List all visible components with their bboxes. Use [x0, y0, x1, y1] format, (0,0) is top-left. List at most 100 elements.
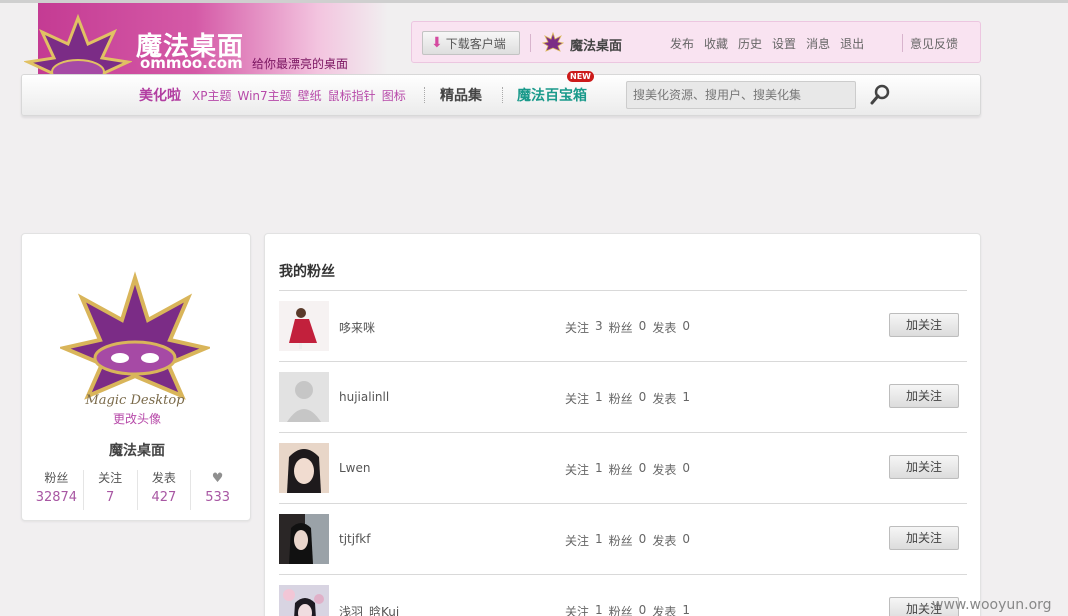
posts-label: 发表 — [652, 534, 677, 548]
posts-label: 发表 — [652, 605, 677, 616]
profile-stats: 粉丝 32874 关注 7 发表 427 ♥ 533 — [30, 470, 244, 510]
link-messages[interactable]: 消息 — [806, 35, 830, 52]
stat-fans[interactable]: 粉丝 32874 — [30, 470, 83, 510]
fan-stats: 关注 1 粉丝 0 发表 0 — [565, 461, 690, 478]
stat-posts[interactable]: 发表 427 — [136, 470, 191, 510]
stat-label: 粉丝 — [44, 471, 69, 485]
fan-avatar[interactable] — [279, 514, 329, 564]
following-label: 关注 — [565, 392, 590, 406]
download-client-button[interactable]: ⬇ 下载客户端 — [422, 31, 520, 55]
link-feedback[interactable]: 意见反馈 — [910, 35, 958, 52]
app-logo-icon — [542, 32, 564, 52]
follow-button[interactable]: 加关注 — [889, 526, 959, 550]
fan-name[interactable]: tjtjfkf — [339, 532, 370, 546]
divider — [530, 34, 531, 52]
following-label: 关注 — [565, 463, 590, 477]
stat-value: 533 — [205, 490, 231, 505]
following-label: 关注 — [565, 534, 590, 548]
link-logout[interactable]: 退出 — [840, 35, 864, 52]
fans-title: 我的粉丝 — [279, 264, 335, 280]
nav-win7-themes[interactable]: Win7主题 — [237, 87, 291, 104]
fans-count: 0 — [638, 532, 647, 546]
download-icon: ⬇ — [431, 35, 443, 51]
stat-value: 427 — [151, 490, 177, 505]
fans-label: 粉丝 — [608, 534, 633, 548]
following-label: 关注 — [565, 605, 590, 616]
following-count: 1 — [595, 603, 603, 616]
fans-label: 粉丝 — [608, 463, 633, 477]
main-nav: 美化啦 XP主题 Win7主题 壁纸 鼠标指针 图标 精品集 魔法百宝箱 NEW — [21, 71, 981, 116]
link-favorites[interactable]: 收藏 — [704, 35, 728, 52]
nav-home[interactable]: 美化啦 — [139, 85, 181, 105]
fans-count: 0 — [638, 603, 647, 616]
divider — [902, 34, 903, 52]
posts-label: 发表 — [652, 392, 677, 406]
list-item: 浅羽_晗Kui 关注 1 粉丝 0 发表 1 加关注 — [279, 575, 967, 616]
nav-xp-themes[interactable]: XP主题 — [192, 87, 231, 104]
fan-stats: 关注 1 粉丝 0 发表 0 — [565, 532, 690, 549]
app-name: 魔法桌面 — [570, 39, 623, 54]
svg-text:Magic Desktop: Magic Desktop — [85, 393, 186, 408]
fans-label: 粉丝 — [608, 392, 633, 406]
search-icon[interactable] — [868, 83, 892, 107]
fans-count: 0 — [638, 319, 647, 333]
heart-icon: ♥ — [211, 471, 224, 486]
profile-name: 魔法桌面 — [109, 443, 165, 459]
stat-value: 7 — [105, 490, 115, 505]
fans-panel: 我的粉丝 哆来咪 关注 3 粉丝 0 发表 0 加关注 hujialinll 关… — [264, 233, 981, 616]
nav-category-links: XP主题 Win7主题 壁纸 鼠标指针 图标 — [192, 87, 406, 104]
fan-avatar[interactable] — [279, 585, 329, 616]
list-item: Lwen 关注 1 粉丝 0 发表 0 加关注 — [279, 433, 967, 504]
following-count: 3 — [595, 319, 603, 333]
user-links: 发布 收藏 历史 设置 消息 退出 — [670, 35, 864, 52]
nav-treasure-box[interactable]: 魔法百宝箱 — [517, 85, 587, 105]
fan-name[interactable]: Lwen — [339, 461, 371, 475]
following-count: 1 — [595, 390, 603, 404]
fan-name[interactable]: hujialinll — [339, 390, 389, 404]
posts-count: 0 — [682, 319, 690, 333]
link-history[interactable]: 历史 — [738, 35, 762, 52]
fans-label: 粉丝 — [608, 605, 633, 616]
nav-wallpapers[interactable]: 壁纸 — [298, 87, 322, 104]
nav-cursors[interactable]: 鼠标指针 — [328, 87, 376, 104]
download-label: 下载客户端 — [445, 36, 506, 51]
fans-count: 0 — [638, 461, 647, 475]
divider — [502, 87, 503, 103]
stat-following[interactable]: 关注 7 — [82, 470, 137, 510]
link-settings[interactable]: 设置 — [772, 35, 796, 52]
nav-icons[interactable]: 图标 — [382, 87, 406, 104]
stat-label: ♥ — [191, 470, 244, 486]
watermark: www.wooyun.org — [932, 597, 1052, 613]
follow-button[interactable]: 加关注 — [889, 455, 959, 479]
change-avatar-link[interactable]: 更改头像 — [22, 410, 252, 427]
posts-label: 发表 — [652, 463, 677, 477]
posts-count: 1 — [682, 390, 690, 404]
fan-avatar[interactable] — [279, 372, 329, 422]
site-slogan: 给你最漂亮的桌面 — [252, 57, 349, 71]
stat-label: 关注 — [98, 471, 123, 485]
fan-name[interactable]: 浅羽_晗Kui — [339, 603, 399, 616]
fan-avatar[interactable] — [279, 301, 329, 351]
fans-label: 粉丝 — [608, 321, 633, 335]
nav-featured[interactable]: 精品集 — [440, 85, 482, 105]
list-item: hujialinll 关注 1 粉丝 0 发表 1 加关注 — [279, 362, 967, 433]
stat-likes[interactable]: ♥ 533 — [190, 470, 244, 510]
following-label: 关注 — [565, 321, 590, 335]
new-badge: NEW — [567, 71, 594, 82]
list-item: 哆来咪 关注 3 粉丝 0 发表 0 加关注 — [279, 291, 967, 362]
site-domain: ommoo.com — [140, 54, 243, 72]
follow-button[interactable]: 加关注 — [889, 313, 959, 337]
follow-button[interactable]: 加关注 — [889, 384, 959, 408]
posts-label: 发表 — [652, 321, 677, 335]
list-item: tjtjfkf 关注 1 粉丝 0 发表 0 加关注 — [279, 504, 967, 575]
fan-name[interactable]: 哆来咪 — [339, 319, 375, 336]
profile-card: Magic Desktop 更改头像 魔法桌面 粉丝 32874 关注 7 发表… — [21, 233, 251, 521]
link-publish[interactable]: 发布 — [670, 35, 694, 52]
stat-value: 32874 — [35, 490, 78, 505]
fan-stats: 关注 1 粉丝 0 发表 1 — [565, 603, 690, 616]
divider — [424, 87, 425, 103]
fan-avatar[interactable] — [279, 443, 329, 493]
following-count: 1 — [595, 532, 603, 546]
fan-stats: 关注 1 粉丝 0 发表 1 — [565, 390, 690, 407]
search-input[interactable] — [626, 81, 856, 109]
